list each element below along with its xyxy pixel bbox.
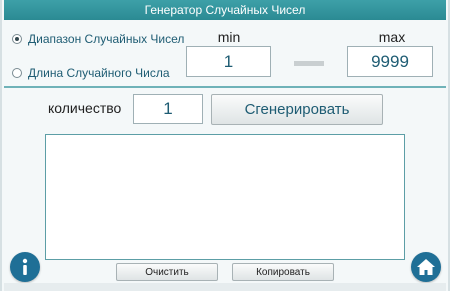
count-label: количество: [48, 100, 122, 116]
info-button[interactable]: [10, 252, 40, 282]
radio-label-range: Диапазон Случайных Чисел: [28, 32, 185, 46]
app-title: Генератор Случайных Чисел: [4, 0, 446, 20]
output-textarea[interactable]: [45, 134, 405, 260]
home-icon: [417, 259, 435, 275]
radio-button-length[interactable]: [12, 68, 22, 78]
min-label: min: [217, 29, 241, 45]
radio-range-mode[interactable]: Диапазон Случайных Чисел: [12, 32, 184, 46]
clear-button[interactable]: Очистить: [116, 263, 218, 281]
max-input[interactable]: 9999: [347, 46, 433, 77]
copy-button[interactable]: Копировать: [232, 263, 334, 281]
radio-length-mode[interactable]: Длина Случайного Числа: [12, 66, 170, 80]
radio-button-range[interactable]: [12, 34, 22, 44]
bottom-strip: [4, 283, 446, 291]
generate-button[interactable]: Сгенерировать: [211, 94, 383, 125]
range-separator: [294, 61, 324, 66]
section-divider: [4, 86, 446, 88]
radio-label-length: Длина Случайного Числа: [28, 66, 170, 80]
max-label: max: [378, 29, 406, 45]
info-icon: [22, 258, 28, 275]
home-button[interactable]: [411, 252, 441, 282]
min-input[interactable]: 1: [186, 46, 271, 77]
count-input[interactable]: 1: [133, 94, 203, 124]
app-window: Генератор Случайных Чисел Диапазон Случа…: [0, 0, 450, 291]
